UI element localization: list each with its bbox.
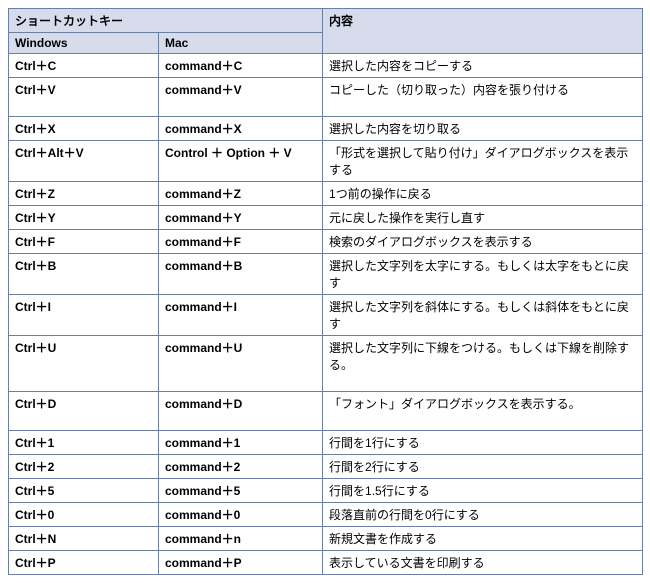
cell-windows: Ctrl＋C: [9, 54, 159, 78]
cell-description: 1つ前の操作に戻る: [323, 182, 643, 206]
table-row: Ctrl＋Zcommand＋Z1つ前の操作に戻る: [9, 182, 643, 206]
cell-windows: Ctrl＋D: [9, 392, 159, 431]
cell-mac: command＋C: [159, 54, 323, 78]
table-row: Ctrl＋Ncommand＋n新規文書を作成する: [9, 527, 643, 551]
cell-mac: command＋B: [159, 254, 323, 295]
header-mac: Mac: [159, 33, 323, 54]
cell-mac: command＋P: [159, 551, 323, 575]
cell-windows: Ctrl＋Alt＋V: [9, 141, 159, 182]
cell-windows: Ctrl＋V: [9, 78, 159, 117]
cell-description: 選択した内容を切り取る: [323, 117, 643, 141]
cell-windows: Ctrl＋B: [9, 254, 159, 295]
cell-mac: command＋Y: [159, 206, 323, 230]
header-content: 内容: [323, 9, 643, 54]
table-row: Ctrl＋Alt＋VControl ＋ Option ＋ V「形式を選択して貼り…: [9, 141, 643, 182]
cell-mac: command＋D: [159, 392, 323, 431]
cell-description: 行間を1.5行にする: [323, 479, 643, 503]
header-shortcut: ショートカットキー: [9, 9, 323, 33]
cell-windows: Ctrl＋I: [9, 295, 159, 336]
cell-description: コピーした（切り取った）内容を張り付ける: [323, 78, 643, 117]
table-row: Ctrl＋0command＋0段落直前の行間を0行にする: [9, 503, 643, 527]
cell-mac: command＋2: [159, 455, 323, 479]
table-row: Ctrl＋Icommand＋I選択した文字列を斜体にする。もしくは斜体をもとに戻…: [9, 295, 643, 336]
cell-description: 選択した内容をコピーする: [323, 54, 643, 78]
cell-mac: command＋Z: [159, 182, 323, 206]
table-row: Ctrl＋Xcommand＋X選択した内容を切り取る: [9, 117, 643, 141]
cell-mac: command＋I: [159, 295, 323, 336]
cell-windows: Ctrl＋X: [9, 117, 159, 141]
table-row: Ctrl＋Ucommand＋U選択した文字列に下線をつける。もしくは下線を削除す…: [9, 336, 643, 392]
cell-mac: command＋n: [159, 527, 323, 551]
cell-windows: Ctrl＋0: [9, 503, 159, 527]
table-row: Ctrl＋5command＋5行間を1.5行にする: [9, 479, 643, 503]
cell-description: 「フォント」ダイアログボックスを表示する。: [323, 392, 643, 431]
shortcut-table: ショートカットキー 内容 Windows Mac Ctrl＋Ccommand＋C…: [8, 8, 643, 575]
cell-description: 段落直前の行間を0行にする: [323, 503, 643, 527]
cell-windows: Ctrl＋N: [9, 527, 159, 551]
cell-mac: command＋V: [159, 78, 323, 117]
table-row: Ctrl＋Pcommand＋P表示している文書を印刷する: [9, 551, 643, 575]
table-row: Ctrl＋1command＋1行間を1行にする: [9, 431, 643, 455]
table-row: Ctrl＋Fcommand＋F検索のダイアログボックスを表示する: [9, 230, 643, 254]
header-windows: Windows: [9, 33, 159, 54]
cell-windows: Ctrl＋Z: [9, 182, 159, 206]
cell-mac: Control ＋ Option ＋ V: [159, 141, 323, 182]
cell-description: 新規文書を作成する: [323, 527, 643, 551]
cell-windows: Ctrl＋F: [9, 230, 159, 254]
cell-windows: Ctrl＋1: [9, 431, 159, 455]
cell-mac: command＋X: [159, 117, 323, 141]
cell-windows: Ctrl＋5: [9, 479, 159, 503]
cell-description: 元に戻した操作を実行し直す: [323, 206, 643, 230]
cell-windows: Ctrl＋Y: [9, 206, 159, 230]
cell-description: 選択した文字列を太字にする。もしくは太字をもとに戻す: [323, 254, 643, 295]
cell-mac: command＋1: [159, 431, 323, 455]
table-row: Ctrl＋Bcommand＋B選択した文字列を太字にする。もしくは太字をもとに戻…: [9, 254, 643, 295]
cell-windows: Ctrl＋U: [9, 336, 159, 392]
cell-mac: command＋0: [159, 503, 323, 527]
cell-mac: command＋F: [159, 230, 323, 254]
header-row-1: ショートカットキー 内容: [9, 9, 643, 33]
cell-windows: Ctrl＋2: [9, 455, 159, 479]
table-row: Ctrl＋Ccommand＋C選択した内容をコピーする: [9, 54, 643, 78]
cell-description: 行間を2行にする: [323, 455, 643, 479]
table-row: Ctrl＋Dcommand＋D「フォント」ダイアログボックスを表示する。: [9, 392, 643, 431]
cell-description: 選択した文字列に下線をつける。もしくは下線を削除する。: [323, 336, 643, 392]
cell-description: 表示している文書を印刷する: [323, 551, 643, 575]
cell-description: 検索のダイアログボックスを表示する: [323, 230, 643, 254]
cell-description: 選択した文字列を斜体にする。もしくは斜体をもとに戻す: [323, 295, 643, 336]
cell-mac: command＋5: [159, 479, 323, 503]
table-row: Ctrl＋2command＋2行間を2行にする: [9, 455, 643, 479]
cell-description: 行間を1行にする: [323, 431, 643, 455]
cell-description: 「形式を選択して貼り付け」ダイアログボックスを表示する: [323, 141, 643, 182]
cell-windows: Ctrl＋P: [9, 551, 159, 575]
table-row: Ctrl＋Vcommand＋Vコピーした（切り取った）内容を張り付ける: [9, 78, 643, 117]
table-row: Ctrl＋Ycommand＋Y元に戻した操作を実行し直す: [9, 206, 643, 230]
cell-mac: command＋U: [159, 336, 323, 392]
